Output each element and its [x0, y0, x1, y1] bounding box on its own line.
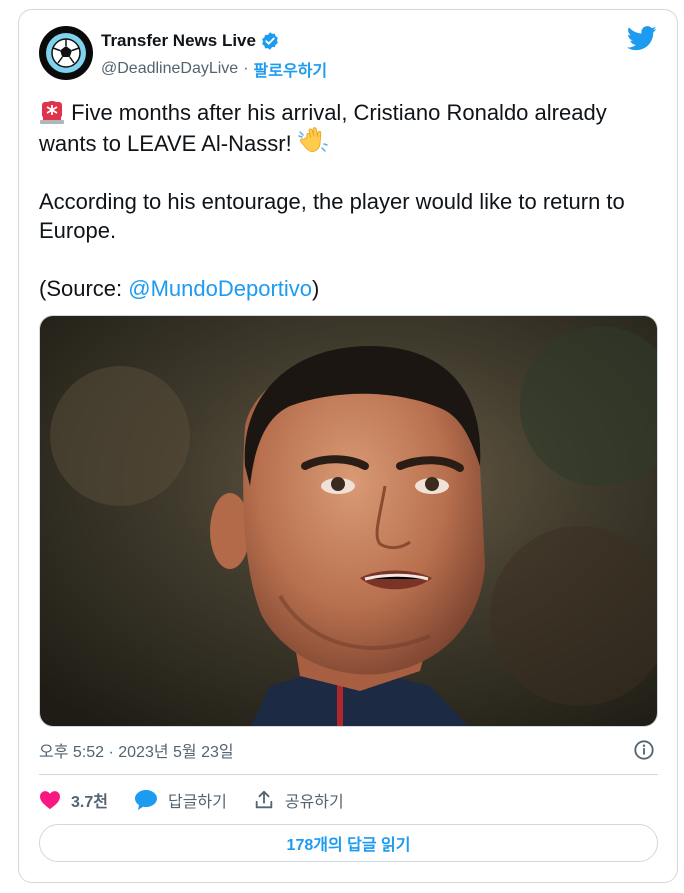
tweet-paragraph-2: According to his entourage, the player w… [39, 189, 625, 243]
account-avatar[interactable] [39, 26, 93, 80]
share-icon [255, 790, 273, 809]
share-button[interactable]: 공유하기 [253, 788, 344, 812]
tweet-timestamp[interactable]: 오후 5:52 · 2023년 5월 23일 [39, 738, 234, 762]
tweet-paragraph-1: Five months after his arrival, Cristiano… [39, 98, 659, 158]
account-name-row: Transfer News Live [101, 31, 280, 51]
info-icon[interactable] [633, 739, 655, 766]
reply-label: 답글하기 [167, 794, 227, 811]
like-button[interactable]: 3.7천 [39, 788, 108, 812]
twitter-bird-icon[interactable] [626, 26, 657, 56]
account-handle-row: @DeadlineDayLive · 팔로우하기 [101, 57, 327, 81]
divider [39, 774, 658, 775]
reply-button[interactable]: 답글하기 [134, 788, 227, 812]
separator-dot: · [243, 60, 249, 77]
verified-badge-icon [262, 32, 278, 50]
tweet-actions: 3.7천 답글하기 공유하기 [39, 788, 370, 812]
waving-hand-emoji [298, 127, 328, 152]
account-handle[interactable]: @DeadlineDayLive [101, 60, 238, 78]
heart-icon [40, 791, 60, 810]
source-prefix: (Source: [39, 276, 129, 301]
tweet-text: Five months after his arrival, Cristiano… [39, 98, 659, 303]
account-name[interactable]: Transfer News Live [101, 31, 256, 51]
tweet-card: Transfer News Live @DeadlineDayLive · 팔로… [18, 9, 678, 883]
follow-button[interactable]: 팔로우하기 [254, 57, 328, 81]
source-suffix: ) [312, 276, 320, 301]
read-replies-button[interactable]: 178개의 답글 읽기 [39, 824, 658, 862]
tweet-paragraph-3: (Source: @MundoDeportivo) [39, 274, 659, 303]
like-count: 3.7천 [71, 794, 108, 811]
share-label: 공유하기 [284, 794, 344, 811]
tweet-photo[interactable] [39, 315, 658, 727]
reply-bubble-icon [134, 790, 157, 810]
player-portrait-image [40, 316, 657, 726]
source-link[interactable]: @MundoDeportivo [128, 276, 312, 301]
soccer-ball-icon [41, 28, 91, 78]
siren-emoji [40, 101, 64, 124]
